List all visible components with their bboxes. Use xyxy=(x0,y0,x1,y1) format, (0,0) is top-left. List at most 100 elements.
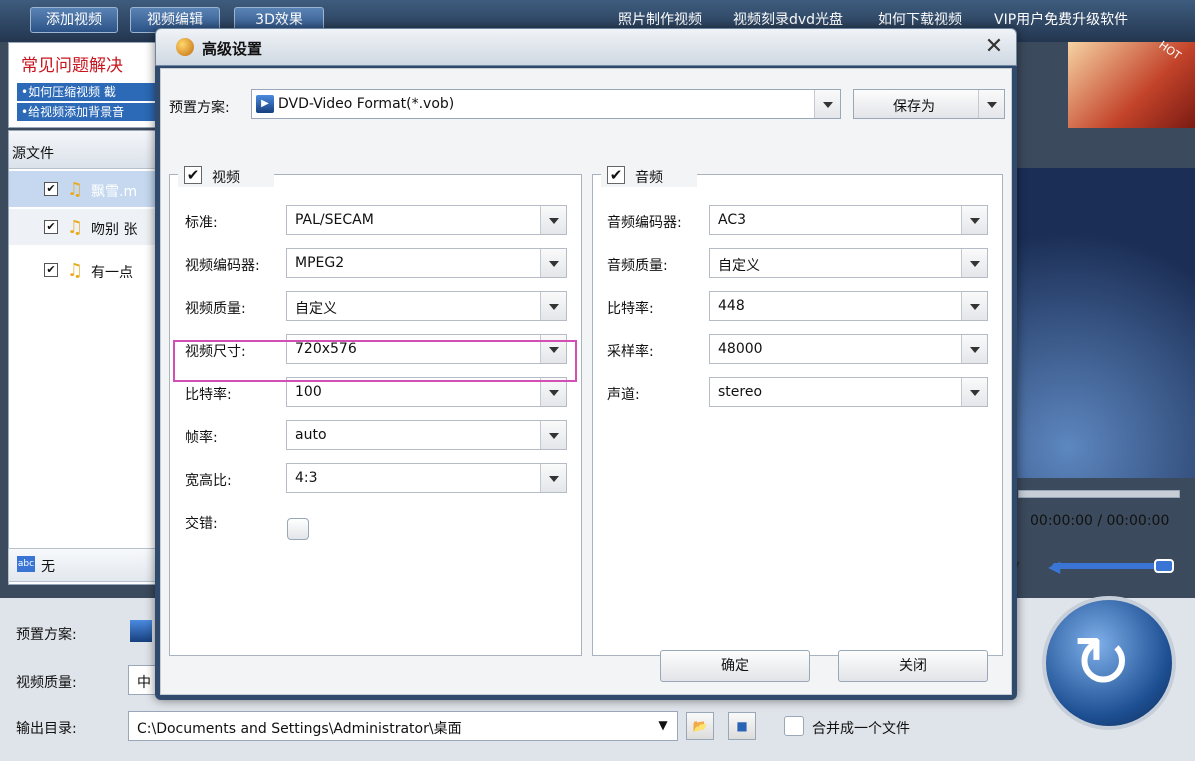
video-bitrate-value: 100 xyxy=(295,384,322,400)
aspect-ratio-dropdown[interactable]: 4:3 xyxy=(286,463,567,493)
frame-rate-dropdown[interactable]: auto xyxy=(286,420,567,450)
music-file-icon: ♫ xyxy=(67,260,84,281)
file-name: 飘雪.m xyxy=(91,184,138,200)
quality-value[interactable]: 中 xyxy=(128,665,158,695)
field-label-audio-quality: 音频质量: xyxy=(607,258,668,274)
chevron-down-icon[interactable] xyxy=(961,292,987,320)
chevron-down-icon[interactable] xyxy=(540,206,566,234)
app-icon xyxy=(176,38,194,56)
standard-dropdown[interactable]: PAL/SECAM xyxy=(286,205,567,235)
file-name: 有一点 xyxy=(91,265,133,281)
field-label-frame-rate: 帧率: xyxy=(185,430,218,446)
field-label-video-quality: 视频质量: xyxy=(185,301,246,317)
audio-quality-dropdown[interactable]: 自定义 xyxy=(709,248,988,278)
close-icon[interactable]: ✕ xyxy=(980,33,1008,61)
file-row[interactable]: ✔ ♫ 有一点 xyxy=(9,252,157,288)
chevron-down-icon[interactable] xyxy=(540,421,566,449)
advanced-settings-dialog: 高级设置 ✕ 预置方案: ▶ DVD-Video Format(*.vob) 保… xyxy=(155,28,1017,700)
folder-icon[interactable]: ■ xyxy=(728,712,756,740)
video-codec-value: MPEG2 xyxy=(295,255,345,271)
preset-dropdown[interactable]: ▶ DVD-Video Format(*.vob) xyxy=(251,89,841,119)
volume-knob[interactable] xyxy=(1154,559,1174,573)
dialog-body: 预置方案: ▶ DVD-Video Format(*.vob) 保存为 ✔ 视频… xyxy=(160,68,1012,695)
file-list-pane: 源文件 ✔ ♫ 飘雪.m ✔ ♫ 吻别 张 ✔ ♫ 有一点 xyxy=(8,130,158,585)
close-button[interactable]: 关闭 xyxy=(838,650,988,682)
video-quality-dropdown[interactable]: 自定义 xyxy=(286,291,567,321)
field-label-channel: 声道: xyxy=(607,387,640,403)
preset-label: 预置方案: xyxy=(169,100,230,116)
ok-button[interactable]: 确定 xyxy=(660,650,810,682)
file-checkbox[interactable]: ✔ xyxy=(44,263,58,277)
subtitle-selector[interactable]: abc 无 xyxy=(8,548,158,582)
output-dir-label: 输出目录: xyxy=(16,721,77,737)
chevron-down-icon[interactable] xyxy=(961,249,987,277)
faq-item-bgm[interactable]: •给视频添加背景音 xyxy=(17,103,157,121)
channel-dropdown[interactable]: stereo xyxy=(709,377,988,407)
chevron-down-icon[interactable] xyxy=(961,335,987,363)
chevron-down-icon[interactable] xyxy=(978,90,1004,118)
field-label-video-bitrate: 比特率: xyxy=(185,387,232,403)
music-file-icon: ♫ xyxy=(67,217,84,238)
video-enable-checkbox[interactable]: ✔ xyxy=(184,166,202,184)
link-download-video[interactable]: 如何下载视频 xyxy=(878,9,962,29)
folder-open-icon[interactable]: 📂 xyxy=(686,712,714,740)
audio-settings-group: ✔ 音频 音频编码器: AC3 音频质量: 自定义 比特率: 448 采样率: … xyxy=(592,165,1003,656)
sample-rate-dropdown[interactable]: 48000 xyxy=(709,334,988,364)
file-row[interactable]: ✔ ♫ 吻别 张 xyxy=(9,209,157,245)
merge-label: 合并成一个文件 xyxy=(812,721,910,737)
interlace-checkbox[interactable] xyxy=(287,518,309,540)
file-list-header: 源文件 xyxy=(9,131,157,169)
chevron-down-icon[interactable] xyxy=(961,378,987,406)
chevron-down-icon[interactable]: ▼ xyxy=(649,712,677,740)
video-settings-group: ✔ 视频 标准: PAL/SECAM 视频编码器: MPEG2 视频质量: 自定… xyxy=(169,165,582,656)
chevron-down-icon[interactable] xyxy=(961,206,987,234)
link-burn-dvd[interactable]: 视频刻录dvd光盘 xyxy=(733,9,843,29)
dvd-format-icon: ▶ xyxy=(256,95,274,113)
video-codec-dropdown[interactable]: MPEG2 xyxy=(286,248,567,278)
subtitle-icon: abc xyxy=(17,556,35,572)
faq-item-compress[interactable]: •如何压缩视频 截 xyxy=(17,83,157,101)
video-group-title: ✔ 视频 xyxy=(178,165,274,187)
time-display: 00:00:00 / 00:00:00 xyxy=(1030,513,1170,529)
faq-title: 常见问题解决 xyxy=(21,56,123,76)
dialog-titlebar: 高级设置 ✕ xyxy=(155,28,1017,66)
field-label-video-codec: 视频编码器: xyxy=(185,258,260,274)
sample-rate-value: 48000 xyxy=(718,341,763,357)
field-label-sample-rate: 采样率: xyxy=(607,344,654,360)
refresh-icon: ↻ xyxy=(1072,620,1133,704)
field-label-audio-codec: 音频编码器: xyxy=(607,215,682,231)
music-file-icon: ♫ xyxy=(67,179,84,200)
save-as-button[interactable]: 保存为 xyxy=(853,89,1005,119)
preset-icon[interactable] xyxy=(130,620,152,642)
chevron-down-icon[interactable] xyxy=(540,292,566,320)
file-name: 吻别 张 xyxy=(91,222,138,238)
video-preview xyxy=(1014,168,1195,478)
preset-value: DVD-Video Format(*.vob) xyxy=(278,96,455,112)
chevron-down-icon[interactable] xyxy=(814,90,840,118)
output-dir-input[interactable]: C:\Documents and Settings\Administrator\… xyxy=(128,711,678,741)
add-video-button[interactable]: 添加视频 xyxy=(30,7,118,33)
video-group-label: 视频 xyxy=(212,170,240,186)
chevron-down-icon[interactable] xyxy=(540,464,566,492)
bottom-quality-label: 视频质量: xyxy=(16,675,77,691)
file-row[interactable]: ✔ ♫ 飘雪.m xyxy=(9,171,157,207)
chevron-down-icon[interactable] xyxy=(540,378,566,406)
seek-bar[interactable] xyxy=(1018,490,1180,498)
audio-codec-dropdown[interactable]: AC3 xyxy=(709,205,988,235)
field-label-interlace: 交错: xyxy=(185,516,218,532)
audio-enable-checkbox[interactable]: ✔ xyxy=(607,166,625,184)
audio-bitrate-dropdown[interactable]: 448 xyxy=(709,291,988,321)
merge-checkbox[interactable] xyxy=(784,716,804,736)
convert-button[interactable]: ↻ xyxy=(1042,596,1176,730)
link-vip-upgrade[interactable]: VIP用户免费升级软件 xyxy=(994,9,1128,29)
bitrate-highlight xyxy=(173,340,577,382)
standard-value: PAL/SECAM xyxy=(295,212,374,228)
file-checkbox[interactable]: ✔ xyxy=(44,182,58,196)
subtitle-value: 无 xyxy=(41,559,55,575)
file-checkbox[interactable]: ✔ xyxy=(44,220,58,234)
chevron-down-icon[interactable] xyxy=(540,249,566,277)
link-photo-video[interactable]: 照片制作视频 xyxy=(618,9,702,29)
save-as-label: 保存为 xyxy=(893,99,935,115)
aspect-ratio-value: 4:3 xyxy=(295,470,318,486)
audio-bitrate-value: 448 xyxy=(718,298,745,314)
